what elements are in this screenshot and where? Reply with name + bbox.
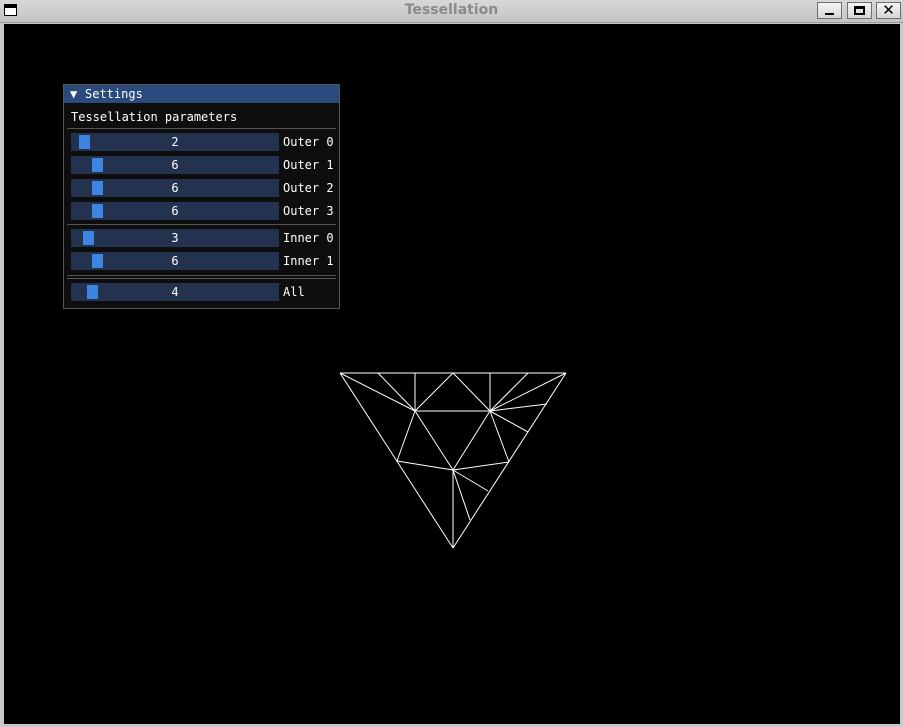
settings-panel-header[interactable]: ▼ Settings bbox=[64, 85, 339, 103]
separator bbox=[67, 278, 336, 279]
slider-value: 2 bbox=[171, 135, 179, 149]
inner-1-slider-row: 6 Inner 1 bbox=[71, 252, 336, 270]
separator bbox=[67, 224, 336, 225]
app-window: Tessellation ✕ ▼ Settings Tessellation p… bbox=[0, 0, 903, 727]
title-bar[interactable]: Tessellation ✕ bbox=[0, 0, 903, 23]
mesh-edge bbox=[489, 403, 548, 412]
mesh-edge bbox=[414, 372, 454, 412]
slider-label: All bbox=[283, 285, 305, 299]
slider-label: Inner 1 bbox=[283, 254, 334, 268]
slider-label: Outer 2 bbox=[283, 181, 334, 195]
separator bbox=[67, 275, 336, 276]
slider-value: 3 bbox=[171, 231, 179, 245]
slider-value: 6 bbox=[171, 158, 179, 172]
settings-panel[interactable]: ▼ Settings Tessellation parameters 2 Out… bbox=[63, 84, 340, 309]
outer-0-slider[interactable]: 2 bbox=[71, 133, 279, 151]
render-viewport[interactable]: ▼ Settings Tessellation parameters 2 Out… bbox=[4, 24, 900, 724]
mesh-edge bbox=[489, 372, 529, 412]
close-icon: ✕ bbox=[882, 1, 895, 19]
slider-value: 6 bbox=[171, 181, 179, 195]
minimize-button[interactable] bbox=[817, 2, 842, 19]
mesh-edge bbox=[489, 410, 510, 463]
settings-panel-title: Settings bbox=[85, 87, 143, 101]
outer-1-slider[interactable]: 6 bbox=[71, 156, 279, 174]
mesh-edge bbox=[339, 372, 454, 549]
slider-label: Outer 3 bbox=[283, 204, 334, 218]
collapse-arrow-icon[interactable]: ▼ bbox=[70, 85, 77, 103]
outer-1-slider-row: 6 Outer 1 bbox=[71, 156, 336, 174]
slider-label: Outer 0 bbox=[283, 135, 334, 149]
outer-0-slider-row: 2 Outer 0 bbox=[71, 133, 336, 151]
maximize-button[interactable] bbox=[847, 2, 872, 19]
separator bbox=[67, 128, 336, 129]
mesh-edge bbox=[452, 372, 491, 412]
slider-value: 4 bbox=[171, 285, 179, 299]
section-label: Tessellation parameters bbox=[71, 110, 238, 124]
mesh-edge bbox=[452, 410, 491, 471]
slider-label: Inner 0 bbox=[283, 231, 334, 245]
mesh-edge bbox=[377, 372, 416, 412]
inner-0-slider[interactable]: 3 bbox=[71, 229, 279, 247]
slider-label: Outer 1 bbox=[283, 158, 334, 172]
mesh-edge bbox=[396, 460, 454, 471]
all-slider[interactable]: 4 bbox=[71, 283, 279, 301]
all-slider-row: 4 All bbox=[71, 283, 336, 301]
mesh-edge bbox=[489, 410, 529, 433]
outer-2-slider[interactable]: 6 bbox=[71, 179, 279, 197]
outer-2-slider-row: 6 Outer 2 bbox=[71, 179, 336, 197]
mesh-edge bbox=[339, 372, 416, 412]
mesh-edge bbox=[396, 410, 416, 462]
mesh-edge bbox=[452, 469, 489, 492]
window-title: Tessellation bbox=[404, 2, 499, 18]
mesh-edge bbox=[452, 461, 510, 471]
mesh-edge bbox=[489, 372, 567, 412]
mesh-edge bbox=[452, 469, 471, 521]
slider-value: 6 bbox=[171, 254, 179, 268]
slider-value: 6 bbox=[171, 204, 179, 218]
close-button[interactable]: ✕ bbox=[876, 1, 901, 19]
outer-3-slider-row: 6 Outer 3 bbox=[71, 202, 336, 220]
outer-3-slider[interactable]: 6 bbox=[71, 202, 279, 220]
mesh-edge bbox=[452, 372, 567, 549]
inner-0-slider-row: 3 Inner 0 bbox=[71, 229, 336, 247]
mesh-edge bbox=[414, 410, 454, 471]
inner-1-slider[interactable]: 6 bbox=[71, 252, 279, 270]
